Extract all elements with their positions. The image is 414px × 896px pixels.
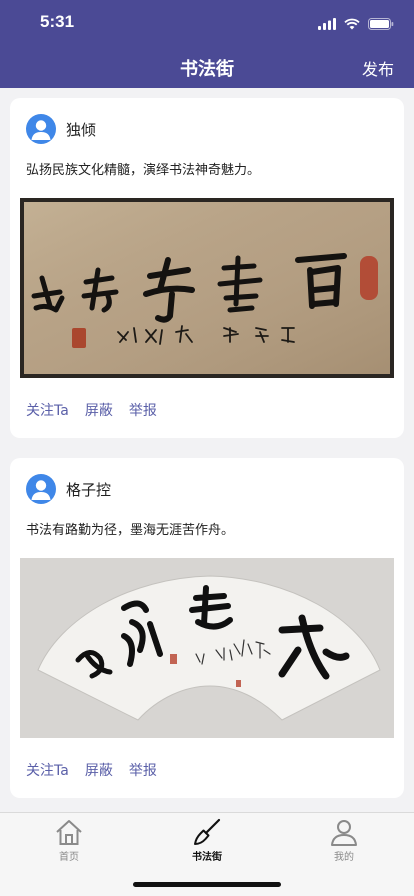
tab-me[interactable]: 我的 — [304, 817, 384, 863]
report-button[interactable]: 举报 — [129, 760, 157, 780]
status-time: 5:31 — [40, 12, 75, 31]
tab-calligraphy-street[interactable]: 书法街 — [167, 817, 247, 863]
avatar[interactable] — [26, 114, 56, 144]
block-button[interactable]: 屏蔽 — [85, 400, 113, 420]
report-button[interactable]: 举报 — [129, 400, 157, 420]
signal-icon — [318, 15, 336, 34]
page-title: 书法街 — [180, 59, 234, 80]
user-avatar-icon — [31, 120, 51, 140]
tab-home-label: 首页 — [59, 852, 79, 863]
post-feed[interactable]: 独倾 弘扬民族文化精髓，演绎书法神奇魅力。 关注Ta 屏蔽 举报 格子控 书法有… — [0, 88, 414, 812]
post-author[interactable]: 格子控 — [26, 472, 111, 506]
wifi-icon — [344, 15, 360, 34]
user-avatar-icon — [31, 480, 51, 500]
status-bar: 5:31 — [0, 0, 414, 44]
tab-calligraphy-label: 书法街 — [192, 852, 222, 863]
nav-bar: 书法街 发布 — [0, 44, 414, 88]
post-card: 格子控 书法有路勤为径，墨海无涯苦作舟。 关注Ta 屏蔽 举报 — [10, 458, 404, 798]
username: 独倾 — [66, 120, 97, 139]
post-actions: 关注Ta 屏蔽 举报 — [26, 760, 157, 780]
post-author[interactable]: 独倾 — [26, 112, 96, 146]
follow-button[interactable]: 关注Ta — [26, 760, 69, 780]
tab-home[interactable]: 首页 — [29, 817, 109, 863]
username: 格子控 — [66, 480, 112, 499]
calligraphy-fan-image[interactable] — [20, 558, 394, 738]
tab-me-label: 我的 — [334, 852, 354, 863]
home-indicator — [133, 882, 281, 887]
post-text: 书法有路勤为径，墨海无涯苦作舟。 — [26, 523, 235, 538]
follow-button[interactable]: 关注Ta — [26, 400, 69, 420]
publish-button[interactable]: 发布 — [362, 56, 394, 80]
calligraphy-image[interactable] — [20, 198, 394, 378]
status-icons — [318, 15, 394, 34]
post-text: 弘扬民族文化精髓，演绎书法神奇魅力。 — [26, 163, 261, 178]
post-actions: 关注Ta 屏蔽 举报 — [26, 400, 157, 420]
user-icon — [331, 820, 357, 846]
avatar[interactable] — [26, 474, 56, 504]
post-card: 独倾 弘扬民族文化精髓，演绎书法神奇魅力。 关注Ta 屏蔽 举报 — [10, 98, 404, 438]
battery-icon — [368, 15, 394, 34]
app-header: 5:31 书法街 发布 — [0, 0, 414, 88]
brush-icon — [194, 818, 221, 845]
home-icon — [56, 820, 82, 845]
block-button[interactable]: 屏蔽 — [85, 760, 113, 780]
